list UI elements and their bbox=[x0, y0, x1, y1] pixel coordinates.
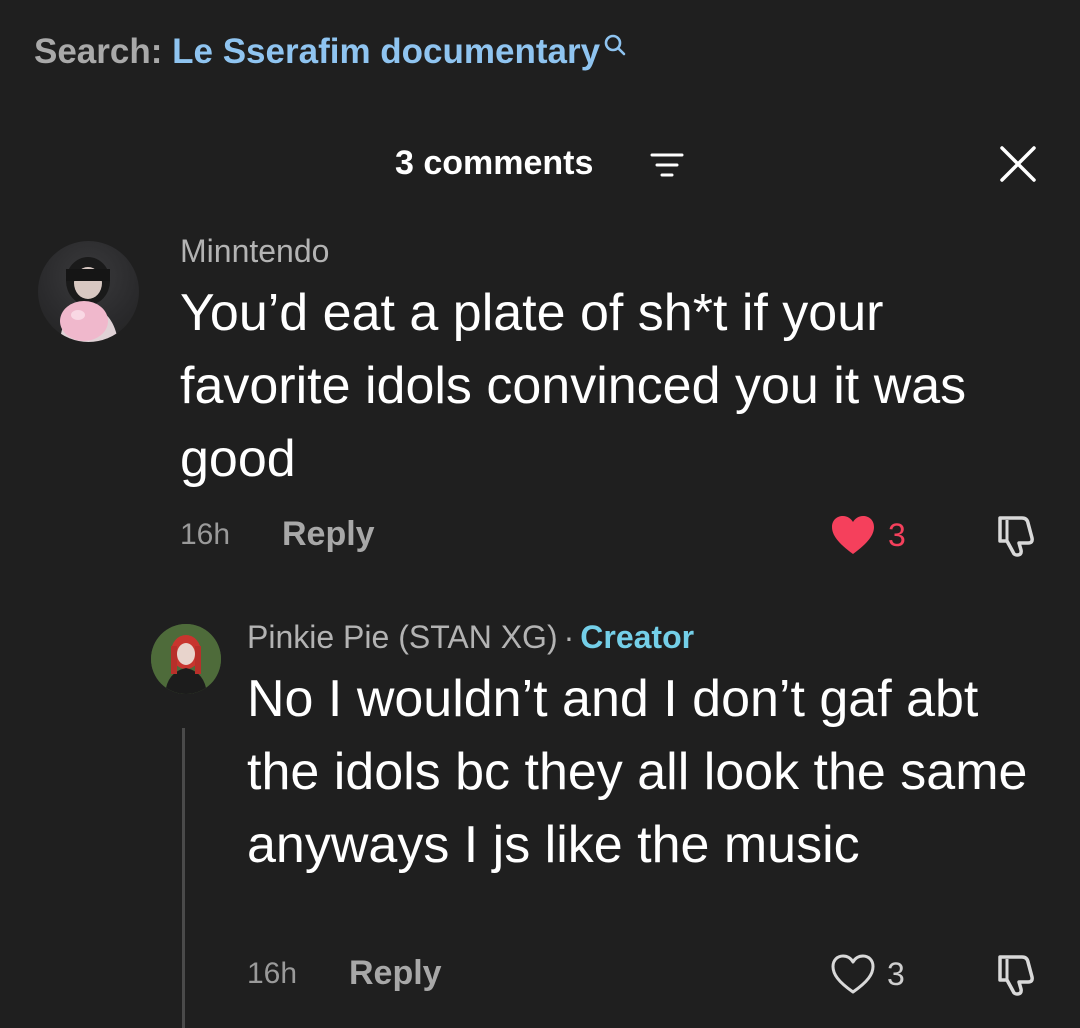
reply-username-row: Pinkie Pie (STAN XG) · Creator bbox=[247, 617, 694, 657]
reply-username[interactable]: Pinkie Pie (STAN XG) bbox=[247, 619, 558, 655]
like-count: 3 bbox=[888, 517, 906, 553]
comment-text: You’d eat a plate of sh*t if your favori… bbox=[180, 284, 967, 488]
reply-button[interactable]: Reply bbox=[349, 953, 442, 993]
thread-line bbox=[182, 728, 185, 1028]
separator-dot: · bbox=[563, 619, 575, 655]
reply-button[interactable]: Reply bbox=[282, 514, 375, 554]
search-query-link[interactable]: Le Sserafim documentary bbox=[172, 32, 600, 71]
like-count: 3 bbox=[887, 956, 905, 992]
comment-actions: 16h Reply 3 bbox=[180, 512, 1050, 558]
search-prefix: Search: bbox=[34, 32, 163, 71]
thumbs-down-icon[interactable] bbox=[992, 512, 1040, 558]
search-icon[interactable] bbox=[602, 32, 628, 58]
comment-timestamp: 16h bbox=[180, 518, 231, 551]
avatar[interactable] bbox=[38, 241, 139, 342]
reply-timestamp: 16h bbox=[247, 957, 298, 990]
reply-actions: 16h Reply 3 bbox=[247, 951, 1050, 997]
avatar-image bbox=[60, 257, 118, 342]
sort-icon[interactable] bbox=[650, 152, 684, 178]
reply-text: No I wouldn’t and I don’t gaf abt the id… bbox=[247, 670, 1028, 874]
avatar[interactable] bbox=[151, 624, 221, 694]
comment-username[interactable]: Minntendo bbox=[180, 231, 329, 271]
comment-count: 3 comments bbox=[395, 144, 594, 182]
thumbs-down-icon[interactable] bbox=[992, 951, 1040, 997]
comments-header: 3 comments bbox=[0, 138, 1080, 188]
search-bar[interactable]: Search: Le Sserafim documentary bbox=[34, 28, 628, 76]
close-icon[interactable] bbox=[998, 144, 1038, 184]
avatar-image bbox=[151, 624, 221, 694]
creator-badge: Creator bbox=[580, 619, 695, 655]
heart-outline-icon[interactable] bbox=[830, 953, 876, 995]
heart-filled-icon[interactable] bbox=[830, 514, 876, 556]
